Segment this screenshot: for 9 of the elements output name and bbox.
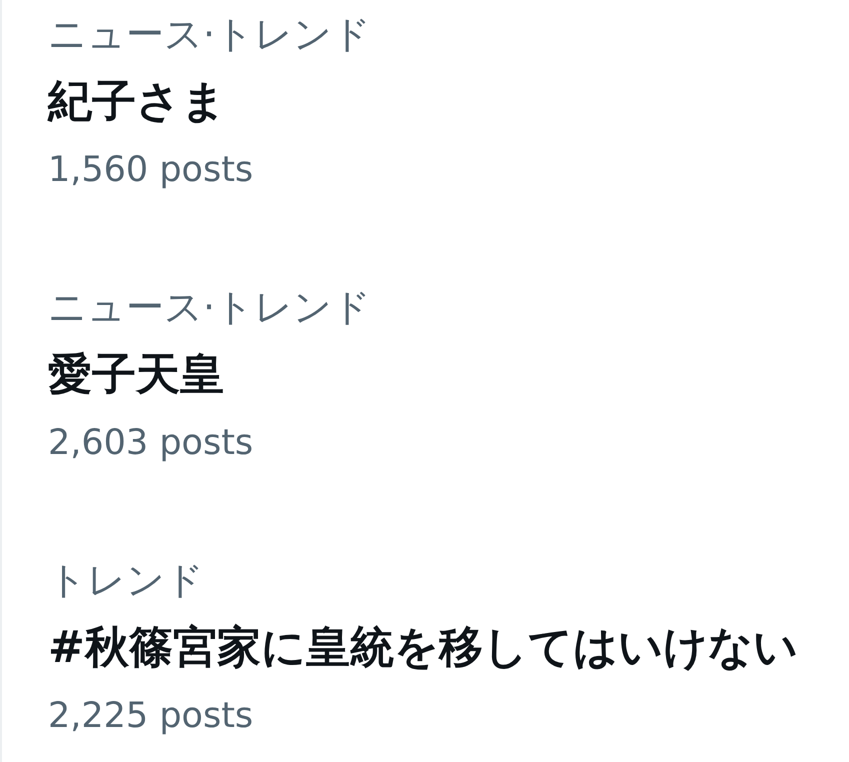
trend-title: #秋篠宮家に皇統を移してはいけない [48, 621, 798, 675]
trend-category: ニュース·トレンド [48, 12, 372, 56]
trend-title: 紀子さま [48, 75, 226, 129]
trend-category: トレンド [48, 558, 204, 602]
trend-category: ニュース·トレンド [48, 285, 372, 329]
trend-title: 愛子天皇 [48, 348, 224, 402]
post-count: 2,225 posts [48, 695, 254, 738]
post-count: 2,603 posts [48, 422, 254, 465]
post-count: 1,560 posts [48, 149, 254, 192]
